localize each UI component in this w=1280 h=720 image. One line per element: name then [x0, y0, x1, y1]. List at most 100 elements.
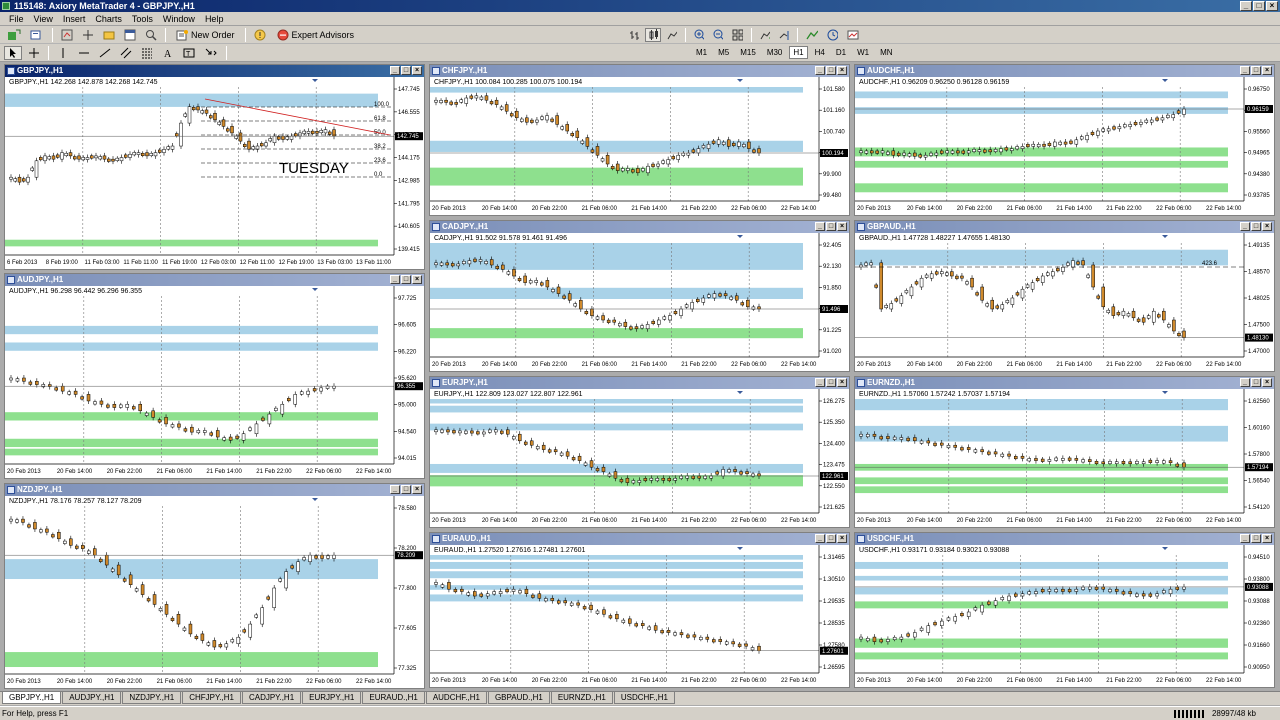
chart-minimize-button[interactable]: _ — [1240, 222, 1250, 231]
chart-close-button[interactable]: × — [1262, 534, 1272, 543]
chart-title-bar[interactable]: NZDJPY.,H1 _ □ × — [5, 484, 424, 496]
price-chart-cadjpy[interactable]: 92.40592.13091.85091.52091.22591.02091.4… — [430, 233, 849, 371]
navigator-icon[interactable] — [100, 28, 118, 42]
chart-maximize-button[interactable]: □ — [1251, 534, 1261, 543]
demand-zone[interactable] — [855, 652, 1228, 660]
demand-zone[interactable] — [855, 477, 1228, 485]
chart-minimize-button[interactable]: _ — [390, 485, 400, 494]
chart-maximize-button[interactable]: □ — [401, 485, 411, 494]
chart-window-cadjpy[interactable]: CADJPY.,H1_□×92.40592.13091.85091.52091.… — [429, 220, 850, 372]
chart-maximize-button[interactable]: □ — [401, 275, 411, 284]
horizontal-line-icon[interactable] — [75, 46, 93, 60]
text-tool-icon[interactable]: A — [159, 46, 177, 60]
candlestick-chart-icon[interactable] — [645, 28, 662, 42]
indicators-icon[interactable] — [803, 28, 821, 42]
equidistant-channel-icon[interactable] — [117, 46, 135, 60]
demand-zone[interactable] — [855, 601, 1228, 609]
chart-maximize-button[interactable]: □ — [1251, 378, 1261, 387]
supply-zone[interactable] — [430, 561, 803, 569]
trendline-icon[interactable] — [96, 46, 114, 60]
supply-zone[interactable] — [430, 423, 803, 431]
chart-window-audchf[interactable]: AUDCHF.,H1_□×0.967500.961550.955600.9496… — [854, 64, 1275, 216]
timeframe-m1[interactable]: M1 — [692, 46, 711, 59]
supply-zone[interactable] — [855, 399, 1228, 411]
supply-zone[interactable] — [430, 585, 803, 590]
tab-usdchf[interactable]: USDCHF.,H1 — [613, 692, 675, 704]
chart-minimize-button[interactable]: _ — [390, 275, 400, 284]
line-chart-icon[interactable] — [664, 28, 680, 42]
cursor-icon[interactable] — [4, 45, 22, 60]
supply-zone[interactable] — [5, 342, 378, 351]
timeframe-d1[interactable]: D1 — [832, 46, 850, 59]
chart-title-bar[interactable]: GBPJPY.,H1 _ □ × — [5, 65, 424, 77]
tab-audjpy[interactable]: AUDJPY.,H1 — [62, 692, 122, 704]
minimize-button[interactable]: _ — [1240, 1, 1252, 11]
menu-tools[interactable]: Tools — [127, 14, 158, 24]
supply-zone[interactable] — [430, 555, 803, 560]
timeframe-m5[interactable]: M5 — [714, 46, 733, 59]
chart-maximize-button[interactable]: □ — [401, 66, 411, 75]
periods-icon[interactable] — [824, 28, 842, 42]
price-chart-gbpjpy[interactable]: 147.745146.555145.365144.175142.985141.7… — [5, 77, 424, 269]
chart-close-button[interactable]: × — [1262, 66, 1272, 75]
timeframe-h4[interactable]: H4 — [811, 46, 829, 59]
tab-gbpjpy[interactable]: GBPJPY.,H1 — [2, 692, 62, 704]
chart-maximize-button[interactable]: □ — [826, 534, 836, 543]
vertical-line-icon[interactable] — [54, 46, 72, 60]
chart-minimize-button[interactable]: _ — [390, 66, 400, 75]
tab-nzdjpy[interactable]: NZDJPY.,H1 — [122, 692, 182, 704]
supply-zone[interactable] — [430, 243, 803, 270]
price-chart-gbpaud[interactable]: 1.49135 1.48570 1.48025 1.47500 1.47000 1.481… — [855, 233, 1274, 371]
close-button[interactable]: × — [1266, 1, 1278, 11]
chart-minimize-button[interactable]: _ — [1240, 66, 1250, 75]
price-chart-usdchf[interactable]: 0.94510 0.93800 0.93088 0.92360 0.91660 0.909… — [855, 545, 1274, 687]
chart-close-button[interactable]: × — [1262, 378, 1272, 387]
chart-title-bar[interactable]: USDCHF.,H1 _ □ × — [855, 533, 1274, 545]
chart-close-button[interactable]: × — [1262, 222, 1272, 231]
tab-chfjpy[interactable]: CHFJPY.,H1 — [182, 692, 241, 704]
chart-window-eurnzd[interactable]: EURNZD.,H1 _ □ × 1.62560 1.60160 1.57800 1.5654… — [854, 376, 1275, 528]
menu-window[interactable]: Window — [158, 14, 200, 24]
crosshair-icon[interactable] — [25, 46, 43, 60]
menu-help[interactable]: Help — [200, 14, 229, 24]
zoom-out-icon[interactable] — [710, 28, 726, 42]
chart-window-gbpaud[interactable]: GBPAUD.,H1 _ □ × 1.49135 1.48570 1.48025 1.4750… — [854, 220, 1275, 372]
chart-title-bar[interactable]: CADJPY.,H1 _ □ × — [430, 221, 849, 233]
demand-zone[interactable] — [855, 638, 1228, 648]
chart-maximize-button[interactable]: □ — [826, 66, 836, 75]
fibonacci-icon[interactable] — [138, 46, 156, 60]
supply-zone[interactable] — [855, 575, 1228, 581]
expert-advisors-button[interactable]: Expert Advisors — [272, 28, 360, 42]
chart-maximize-button[interactable]: □ — [826, 378, 836, 387]
demand-zone[interactable] — [5, 652, 378, 668]
supply-zone[interactable] — [430, 87, 803, 93]
chart-minimize-button[interactable]: _ — [1240, 378, 1250, 387]
chart-window-euraud[interactable]: EURAUD.,H1 _ □ × 1.31465 1.30510 1.29535 1.2853… — [429, 532, 850, 688]
chart-maximize-button[interactable]: □ — [1251, 222, 1261, 231]
market-watch-icon[interactable] — [58, 28, 76, 42]
demand-zone[interactable] — [5, 412, 378, 421]
supply-zone[interactable] — [430, 140, 803, 152]
terminal-icon[interactable] — [121, 28, 139, 42]
chart-window-eurjpy[interactable]: EURJPY.,H1 _ □ × 126.275 125.350 124.400 123.47… — [429, 376, 850, 528]
price-chart-eurnzd[interactable]: 1.62560 1.60160 1.57800 1.56540 1.54120 1.571… — [855, 389, 1274, 527]
chart-window-audjpy[interactable]: AUDJPY.,H1 _ □ × 97.725 96.605 96.220 95.620 95.… — [4, 273, 425, 479]
auto-scroll-icon[interactable] — [757, 28, 773, 42]
chart-close-button[interactable]: × — [837, 378, 847, 387]
profiles-icon[interactable] — [27, 28, 47, 42]
timeframe-m15[interactable]: M15 — [736, 46, 760, 59]
tuesday-annotation[interactable]: TUESDAY — [279, 160, 349, 177]
chart-close-button[interactable]: × — [412, 485, 422, 494]
supply-zone[interactable] — [430, 399, 803, 404]
tab-gbpaud[interactable]: GBPAUD.,H1 — [487, 692, 550, 704]
supply-zone[interactable] — [5, 325, 378, 335]
supply-zone[interactable] — [855, 107, 1228, 114]
supply-zone[interactable] — [430, 287, 803, 299]
menu-charts[interactable]: Charts — [90, 14, 127, 24]
supply-zone[interactable] — [5, 93, 378, 107]
timeframe-m30[interactable]: M30 — [763, 46, 787, 59]
chart-close-button[interactable]: × — [412, 66, 422, 75]
chart-window-chfjpy[interactable]: CHFJPY.,H1_□×101.580101.160100.740100.32… — [429, 64, 850, 216]
timeframe-w1[interactable]: W1 — [853, 46, 873, 59]
chart-minimize-button[interactable]: _ — [1240, 534, 1250, 543]
